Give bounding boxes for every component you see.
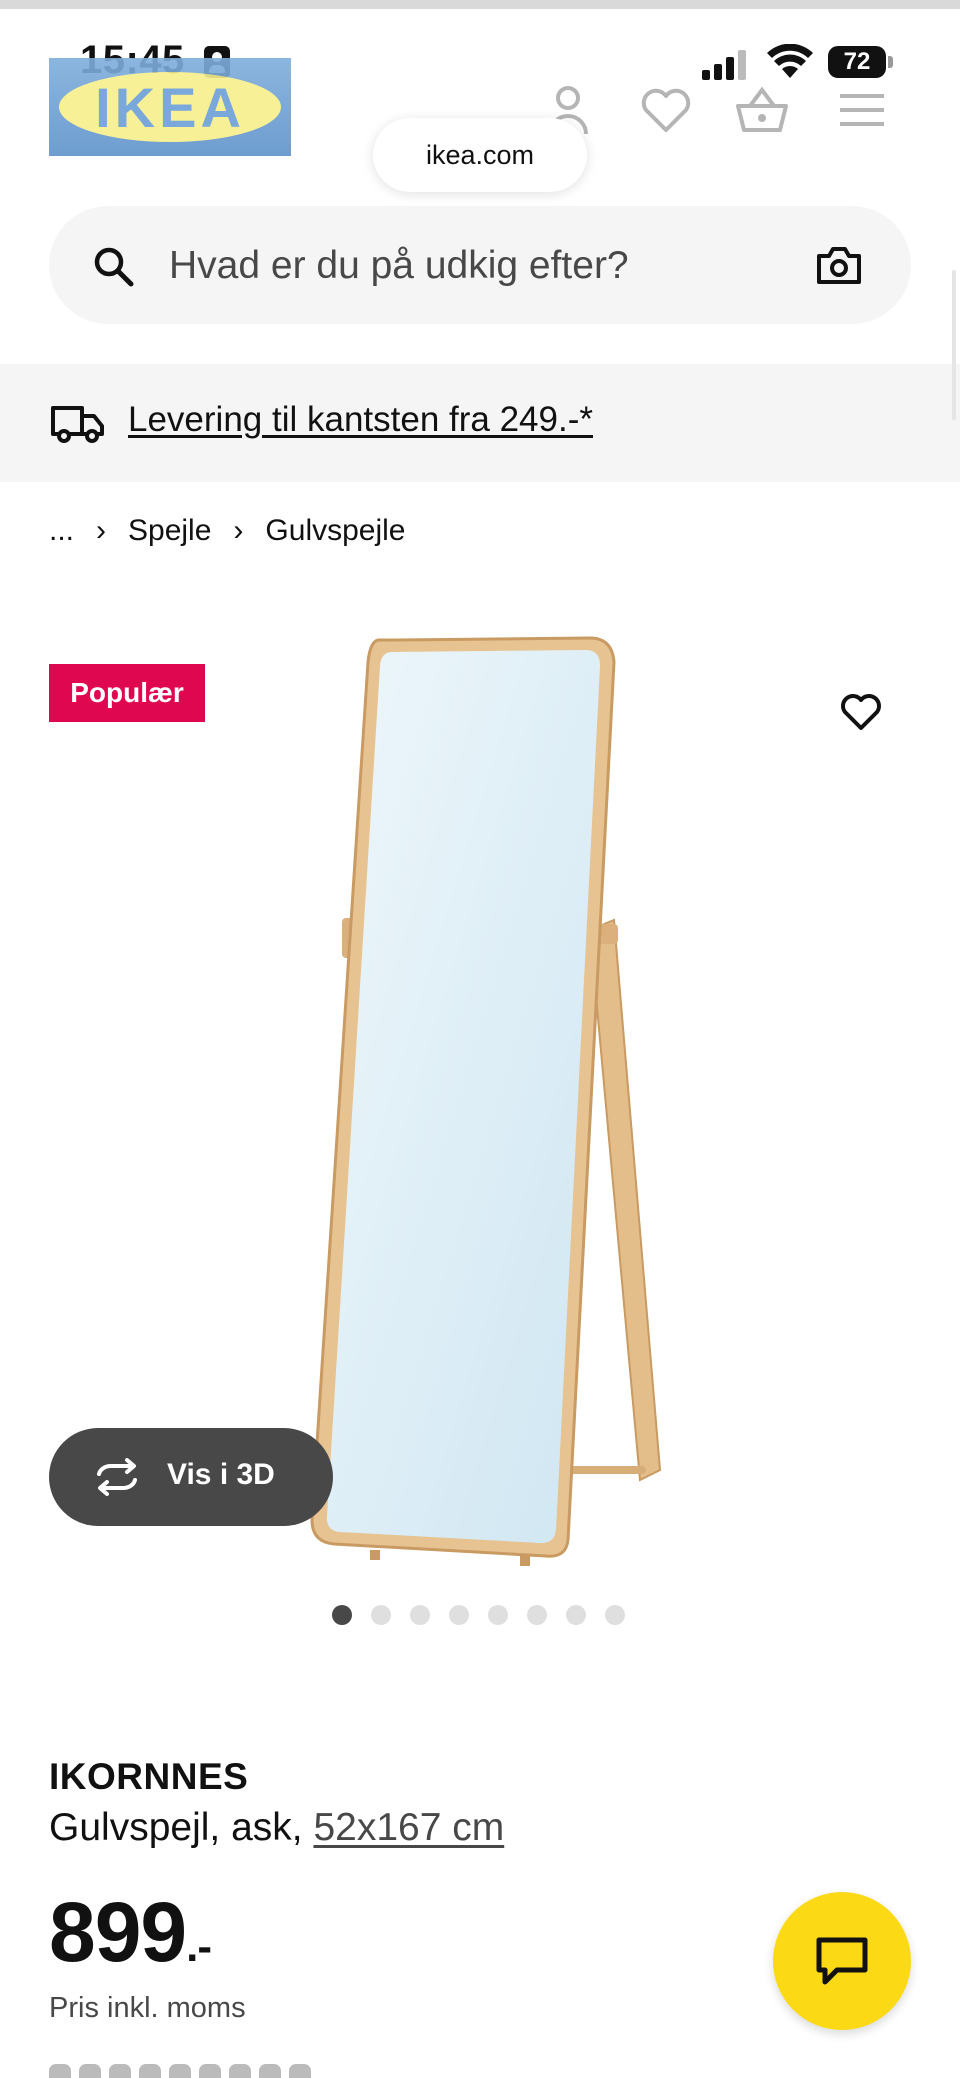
search-icon xyxy=(94,247,134,287)
logo-text: IKEA xyxy=(95,75,245,139)
battery-indicator: 72 xyxy=(828,46,886,78)
rotate-3d-icon xyxy=(97,1458,137,1496)
view-3d-label: Vis i 3D xyxy=(167,1458,275,1491)
price-value: 899 xyxy=(49,1885,187,1979)
breadcrumb-ellipsis[interactable]: ... xyxy=(49,514,74,548)
popular-badge: Populær xyxy=(49,664,205,722)
price-suffix: .- xyxy=(186,1922,212,1971)
product-type: Gulvspejl, ask, xyxy=(49,1806,314,1849)
breadcrumb-item-gulvspejle[interactable]: Gulvspejle xyxy=(265,514,405,548)
breadcrumb: ... › Spejle › Gulvspejle xyxy=(49,514,406,548)
product-dimensions-link[interactable]: 52x167 cm xyxy=(313,1806,504,1849)
heart-icon xyxy=(841,694,881,730)
camera-icon[interactable] xyxy=(815,244,863,286)
carousel-dot[interactable] xyxy=(527,1605,547,1625)
chat-icon xyxy=(816,1937,868,1985)
view-3d-button[interactable]: Vis i 3D xyxy=(49,1428,333,1526)
product-description: Gulvspejl, ask, 52x167 cm xyxy=(49,1806,504,1850)
cut-off-text xyxy=(49,2064,389,2078)
carousel-dot[interactable] xyxy=(449,1605,469,1625)
chevron-right-icon: › xyxy=(96,514,107,547)
ikea-logo[interactable]: IKEA xyxy=(49,58,291,156)
carousel-dot[interactable] xyxy=(371,1605,391,1625)
delivery-banner: Levering til kantsten fra 249.-* xyxy=(0,364,960,482)
product-name: IKORNNES xyxy=(49,1756,249,1797)
battery-cap xyxy=(888,56,893,68)
heart-icon[interactable] xyxy=(636,84,696,136)
price-note: Pris inkl. moms xyxy=(49,1992,246,2024)
delivery-link[interactable]: Levering til kantsten fra 249.-* xyxy=(128,400,593,440)
scrollbar[interactable] xyxy=(952,270,956,420)
search-input[interactable] xyxy=(167,234,771,298)
chevron-right-icon: › xyxy=(233,514,244,547)
product-price: 899.- xyxy=(49,1884,212,1981)
search-bar[interactable] xyxy=(49,206,911,324)
basket-icon[interactable] xyxy=(732,84,792,136)
wifi-icon xyxy=(767,44,813,78)
signal-icon xyxy=(702,48,750,80)
browser-top-edge xyxy=(0,0,960,9)
menu-icon[interactable] xyxy=(832,84,892,136)
truck-icon xyxy=(51,406,104,443)
url-pill[interactable]: ikea.com xyxy=(373,118,587,192)
carousel-dot[interactable] xyxy=(410,1605,430,1625)
chat-button[interactable] xyxy=(773,1892,911,2030)
logo-oval: IKEA xyxy=(59,72,281,142)
carousel-dot[interactable] xyxy=(488,1605,508,1625)
breadcrumb-item-spejle[interactable]: Spejle xyxy=(128,514,211,548)
carousel-dot[interactable] xyxy=(605,1605,625,1625)
carousel-dot[interactable] xyxy=(332,1605,352,1625)
favorite-button[interactable] xyxy=(812,664,910,762)
image-carousel-dots xyxy=(332,1605,625,1625)
carousel-dot[interactable] xyxy=(566,1605,586,1625)
